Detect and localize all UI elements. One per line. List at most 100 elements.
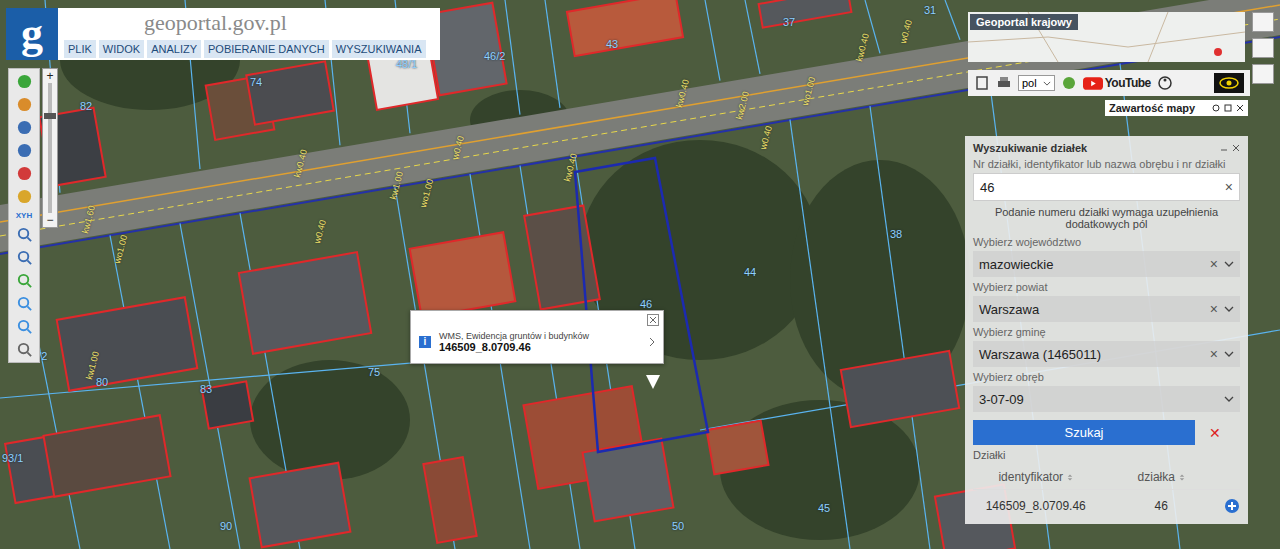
help-icon[interactable] xyxy=(1061,75,1077,91)
reset-button[interactable]: ✕ xyxy=(1209,425,1221,441)
close-icon[interactable] xyxy=(1236,104,1244,112)
select-box[interactable]: Warszawa (1465011)× xyxy=(973,341,1240,367)
zoom-slider[interactable]: +− xyxy=(42,68,58,228)
contrast-button[interactable] xyxy=(1214,73,1244,93)
minimize-icon[interactable] xyxy=(1220,144,1228,152)
search-field: Nr działki, identyfikator lub nazwa obrę… xyxy=(973,158,1240,232)
chevron-icon[interactable] xyxy=(1224,351,1234,357)
parcel-search-panel: Wyszukiwanie działek Nr działki, identyfi… xyxy=(965,136,1248,524)
building xyxy=(250,463,351,548)
select-box[interactable]: mazowieckie× xyxy=(973,251,1240,277)
select-box[interactable]: 3-07-09 xyxy=(973,386,1240,412)
document-icon[interactable] xyxy=(974,75,990,91)
results-row[interactable]: 146509_8.0709.4646 xyxy=(973,494,1240,518)
field-note: Podanie numeru działki wymaga uzupełnien… xyxy=(973,204,1240,232)
side-button[interactable] xyxy=(1252,64,1274,84)
parcel-number: 46 xyxy=(1099,499,1225,513)
parcel-boundary xyxy=(790,120,850,549)
parcel-boundary xyxy=(945,0,960,40)
menu-item[interactable]: WYSZUKIWANIA xyxy=(332,40,426,58)
side-button[interactable] xyxy=(1252,38,1274,58)
youtube-icon xyxy=(1083,76,1103,91)
parcel-boundary xyxy=(870,106,930,549)
chevron-icon xyxy=(649,337,655,347)
building xyxy=(44,415,171,497)
building xyxy=(524,206,600,310)
tool-icon[interactable] xyxy=(16,318,33,335)
zoom-knob[interactable] xyxy=(44,113,56,119)
language-select[interactable]: pol xyxy=(1018,75,1055,91)
zoom-track[interactable] xyxy=(48,83,52,213)
map-contents-title: Zawartość mapy xyxy=(1109,102,1195,114)
geoportal-screen: 82744346/248/1373138444675808393/293/190… xyxy=(0,0,1280,549)
parcel-number: 93/1 xyxy=(2,452,23,464)
building xyxy=(246,61,333,124)
column-header[interactable]: identyfikator xyxy=(973,470,1099,484)
tool-icon[interactable] xyxy=(16,188,33,205)
column-header[interactable]: działka xyxy=(1099,470,1225,484)
menu-item[interactable]: POBIERANIE DANYCH xyxy=(204,40,329,58)
overview-map[interactable]: Geoportal krajowy xyxy=(968,12,1245,62)
tool-icon[interactable] xyxy=(16,341,33,358)
tool-icon[interactable] xyxy=(16,142,33,159)
map-contents-panel[interactable]: Zawartość mapy xyxy=(1105,100,1248,116)
zoom-in-button[interactable]: + xyxy=(46,69,53,83)
chevron-icon[interactable] xyxy=(1224,396,1234,402)
results-title: Działki xyxy=(973,449,1240,461)
clear-button[interactable]: × xyxy=(1210,346,1218,362)
sort-icon xyxy=(1067,473,1073,482)
clear-button[interactable]: × xyxy=(1210,256,1218,272)
field-label: Wybierz obręb xyxy=(973,371,1240,383)
menu-item[interactable]: ANALIZY xyxy=(147,40,201,58)
accessibility-icon[interactable] xyxy=(1157,75,1173,91)
results-header: identyfikatordziałka xyxy=(973,465,1240,490)
select-box[interactable]: Warszawa× xyxy=(973,296,1240,322)
parcel-boundary xyxy=(745,0,760,74)
side-button[interactable] xyxy=(1252,12,1274,32)
parcel-boundary xyxy=(110,235,170,549)
road xyxy=(0,0,1280,252)
tool-icon[interactable] xyxy=(16,119,33,136)
tool-icon[interactable] xyxy=(16,73,33,90)
selected-parcel[interactable] xyxy=(575,158,708,452)
menu-item[interactable]: WIDOK xyxy=(99,40,144,58)
parcel-number: 45 xyxy=(818,502,830,514)
tool-icon[interactable] xyxy=(16,249,33,266)
panel-title: Wyszukiwanie działek xyxy=(973,142,1087,154)
youtube-link[interactable]: YouTube xyxy=(1083,76,1151,91)
site-title: geoportal.gov.pl xyxy=(64,10,426,36)
parcel-number: 31 xyxy=(924,4,936,16)
building xyxy=(57,297,198,390)
add-icon[interactable] xyxy=(1224,498,1240,514)
tool-icon[interactable] xyxy=(16,272,33,289)
search-button[interactable]: Szukaj xyxy=(973,420,1195,445)
clear-button[interactable]: × xyxy=(1225,179,1233,195)
printer-icon[interactable] xyxy=(996,75,1012,91)
building xyxy=(583,439,674,522)
clear-button[interactable]: × xyxy=(1210,301,1218,317)
info-icon: i xyxy=(419,336,431,348)
left-toolbar: XYH xyxy=(8,68,40,363)
parcel-input[interactable]: 46× xyxy=(973,173,1240,201)
popup-row[interactable]: iWMS, Ewidencja gruntów i budynków146509… xyxy=(411,329,663,363)
search-field: Wybierz powiatWarszawa× xyxy=(973,281,1240,322)
tool-icon[interactable] xyxy=(16,295,33,312)
maximize-icon[interactable] xyxy=(1224,104,1232,112)
logo-icon[interactable]: g xyxy=(6,8,58,60)
parcel-number: 83 xyxy=(200,383,212,395)
close-icon[interactable] xyxy=(647,314,659,326)
menu-item[interactable]: PLIK xyxy=(64,40,96,58)
chevron-icon[interactable] xyxy=(1224,261,1234,267)
tool-icon[interactable] xyxy=(16,96,33,113)
parcel-number: 74 xyxy=(250,76,262,88)
zoom-out-button[interactable]: − xyxy=(46,213,53,227)
tool-icon[interactable] xyxy=(16,165,33,182)
tool-icon[interactable] xyxy=(16,226,33,243)
parcel-number: 38 xyxy=(890,228,902,240)
field-label: Wybierz województwo xyxy=(973,236,1240,248)
parcel-id: 146509_8.0709.46 xyxy=(973,499,1099,513)
close-icon[interactable] xyxy=(1232,144,1240,152)
coordinates-button[interactable]: XYH xyxy=(16,211,32,220)
chevron-icon[interactable] xyxy=(1224,306,1234,312)
help-icon[interactable] xyxy=(1212,104,1220,112)
